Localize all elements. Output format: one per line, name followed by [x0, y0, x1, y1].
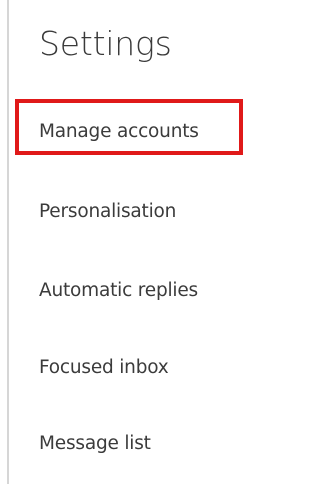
nav-item-personalisation[interactable]: Personalisation [39, 201, 176, 222]
settings-panel: Settings Manage accounts Personalisation… [0, 0, 252, 484]
nav-item-manage-accounts[interactable]: Manage accounts [39, 121, 199, 142]
nav-item-automatic-replies[interactable]: Automatic replies [39, 280, 198, 301]
nav-item-message-list[interactable]: Message list [39, 433, 151, 454]
settings-nav-list: Manage accounts Personalisation Automati… [0, 0, 252, 484]
nav-item-focused-inbox[interactable]: Focused inbox [39, 357, 169, 378]
